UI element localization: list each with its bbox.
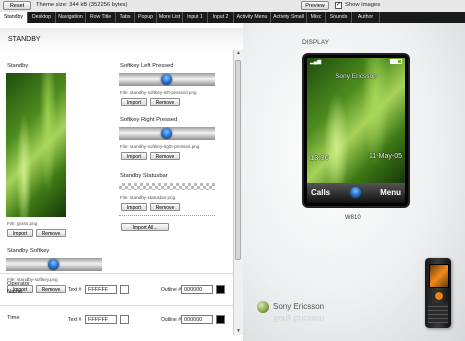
tab-tabs[interactable]: Tabs	[116, 12, 135, 23]
phone-orb-icon	[350, 187, 361, 198]
operator-outline-color-input[interactable]: 000000	[181, 285, 213, 294]
brand-name: Sony Ericsson	[273, 302, 325, 311]
import-all-button[interactable]: Import All...	[121, 223, 169, 231]
signal-icon: ▂▄▆	[310, 59, 322, 65]
softkey-left-pressed-preview	[119, 73, 215, 86]
softkey-left-remove-button[interactable]: Remove	[150, 98, 180, 106]
softkey-left-pressed-file-label: File: standby-softkey-left-pressed.png	[120, 90, 197, 95]
standby-statusbar-label: Standby Statusbar	[120, 173, 168, 179]
tab-author[interactable]: Author	[352, 12, 380, 23]
device-keypad	[428, 303, 448, 323]
divider	[0, 305, 233, 306]
tab-sounds[interactable]: Sounds	[326, 12, 352, 23]
scroll-up-arrow-icon[interactable]: ▲	[235, 50, 242, 57]
softkey-left-pressed-label: Softkey Left Pressed	[120, 63, 174, 69]
tab-input-2[interactable]: Input 2	[208, 12, 234, 23]
time-label: Time	[7, 315, 20, 321]
standby-statusbar-remove-button[interactable]: Remove	[150, 203, 180, 211]
walkman-button-icon	[434, 291, 444, 301]
tab-input-1[interactable]: Input 1	[183, 12, 208, 23]
tab-misc[interactable]: Misc	[307, 12, 326, 23]
standby-softkey-preview	[6, 258, 102, 271]
standby-file-label: File: grass.png	[7, 221, 38, 226]
softkey-right-import-button[interactable]: Import	[121, 152, 147, 160]
softkey-right-orb-icon	[161, 128, 172, 139]
standby-statusbar-file-label: File: standby-statusbar.png	[120, 195, 176, 200]
phone-right-softkey: Menu	[380, 188, 401, 197]
softkey-left-import-button[interactable]: Import	[121, 98, 147, 106]
time-outline-color-label: Outline #	[161, 317, 182, 323]
scrollbar-thumb[interactable]	[235, 60, 241, 260]
divider	[0, 273, 233, 274]
phone-screen: ▂▄▆ Sony Ericsson 13:36 11-May-05 Calls …	[302, 53, 410, 208]
phone-operator-name: Sony Ericsson	[335, 73, 377, 80]
softkey-right-remove-button[interactable]: Remove	[150, 152, 180, 160]
tab-popup[interactable]: Popup	[135, 12, 157, 23]
time-text-color-swatch[interactable]	[120, 315, 129, 324]
operator-outline-color-label: Outline #	[161, 287, 182, 293]
time-outline-color-input[interactable]: 000000	[181, 315, 213, 324]
phone-left-softkey: Calls	[311, 188, 331, 197]
scroll-down-arrow-icon[interactable]: ▼	[235, 328, 242, 335]
tab-navigation[interactable]: Navigation	[56, 12, 86, 23]
standby-softkey-label: Standby Softkey	[7, 248, 50, 254]
standby-wallpaper-preview	[6, 73, 66, 217]
section-title-standby: STANDBY	[0, 28, 243, 52]
display-preview-panel: DISPLAY ▂▄▆ Sony Ericsson 13:36 11-May-0…	[243, 23, 465, 341]
softkey-right-pressed-preview	[119, 127, 215, 140]
phone-softkey-bar: Calls Menu	[307, 183, 405, 203]
battery-icon	[390, 59, 402, 64]
show-images-label: Show Images	[345, 2, 381, 8]
brand-name-reflection: Sony Ericsson	[273, 314, 325, 323]
tab-activity-small[interactable]: Activity Small	[271, 12, 307, 23]
sony-ericsson-logo-icon	[257, 301, 269, 313]
tab-desktop[interactable]: Desktop	[28, 12, 56, 23]
tab-standby[interactable]: Standby	[0, 12, 28, 23]
operator-outline-color-swatch[interactable]	[216, 285, 225, 294]
time-text-color-label: Text #	[68, 317, 82, 323]
show-images-checkbox[interactable]: ✓	[335, 2, 342, 9]
operator-text-color-input[interactable]: FFFFFF	[85, 285, 117, 294]
standby-statusbar-preview	[119, 183, 215, 190]
section-title-display: DISPLAY	[302, 39, 329, 46]
operator-text-color-label: Text #	[68, 287, 82, 293]
tab-more-list[interactable]: More List	[157, 12, 183, 23]
standby-import-button[interactable]: Import	[7, 229, 33, 237]
operator-text-color-swatch[interactable]	[120, 285, 129, 294]
standby-statusbar-import-button[interactable]: Import	[121, 203, 147, 211]
device-screen	[429, 264, 449, 288]
standby-remove-button[interactable]: Remove	[36, 229, 66, 237]
phone-device-image	[425, 258, 451, 328]
operator-name-label: Operator Name	[7, 281, 30, 295]
tab-activity-menu[interactable]: Activity Menu	[234, 12, 271, 23]
time-text-color-input[interactable]: FFFFFF	[85, 315, 117, 324]
preview-button[interactable]: Preview	[301, 1, 329, 10]
divider	[119, 215, 215, 216]
time-outline-color-swatch[interactable]	[216, 315, 225, 324]
standby-label: Standby	[7, 63, 29, 69]
tab-bar: Standby Desktop Navigation Row Title Tabs Pop…	[0, 12, 465, 23]
scrollbar[interactable]: ▲ ▼	[233, 50, 243, 335]
phone-date: 11-May-05	[369, 153, 402, 160]
tab-row-title[interactable]: Row Title	[86, 12, 116, 23]
softkey-left-orb-icon	[161, 74, 172, 85]
softkey-right-pressed-label: Softkey Right Pressed	[120, 117, 178, 123]
softkey-orb-icon	[48, 259, 59, 270]
theme-size-label: Theme size: 344 kB (352256 bytes)	[36, 2, 128, 8]
phone-model-label: W810	[345, 215, 361, 221]
reset-button[interactable]: Reset	[3, 1, 31, 10]
standby-softkey-remove-button[interactable]: Remove	[36, 285, 66, 293]
softkey-right-pressed-file-label: File: standby-softkey-right-pressed.png	[120, 144, 200, 149]
phone-time: 13:36	[310, 153, 329, 162]
standby-settings-panel: STANDBY Standby File: grass.png Import R…	[0, 23, 243, 341]
